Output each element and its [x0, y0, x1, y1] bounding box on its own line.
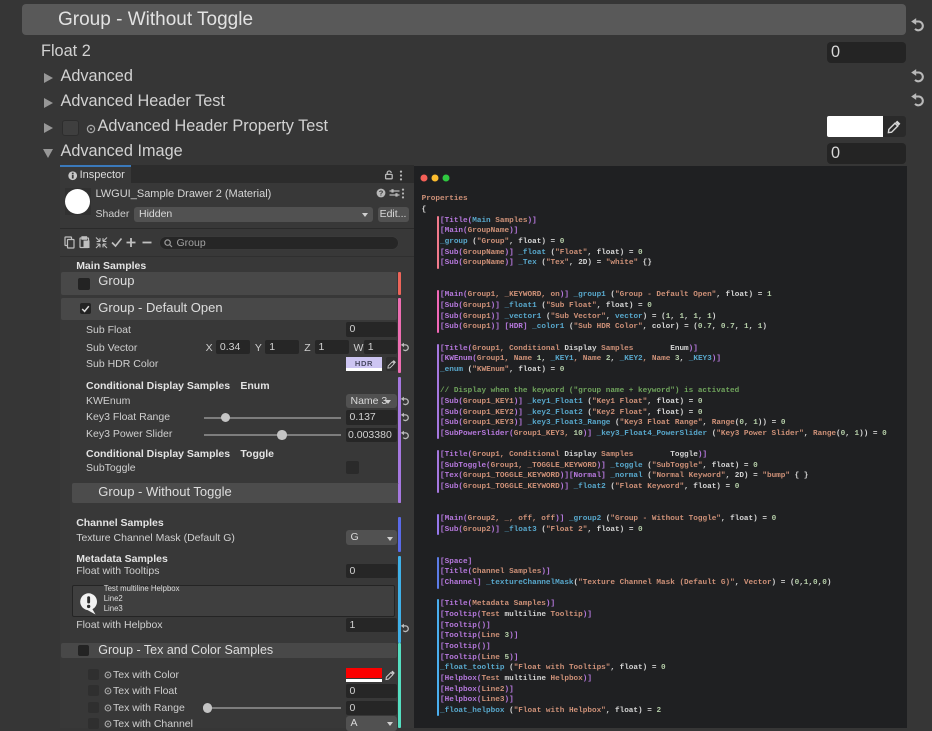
svg-text:?: ?: [379, 189, 384, 198]
